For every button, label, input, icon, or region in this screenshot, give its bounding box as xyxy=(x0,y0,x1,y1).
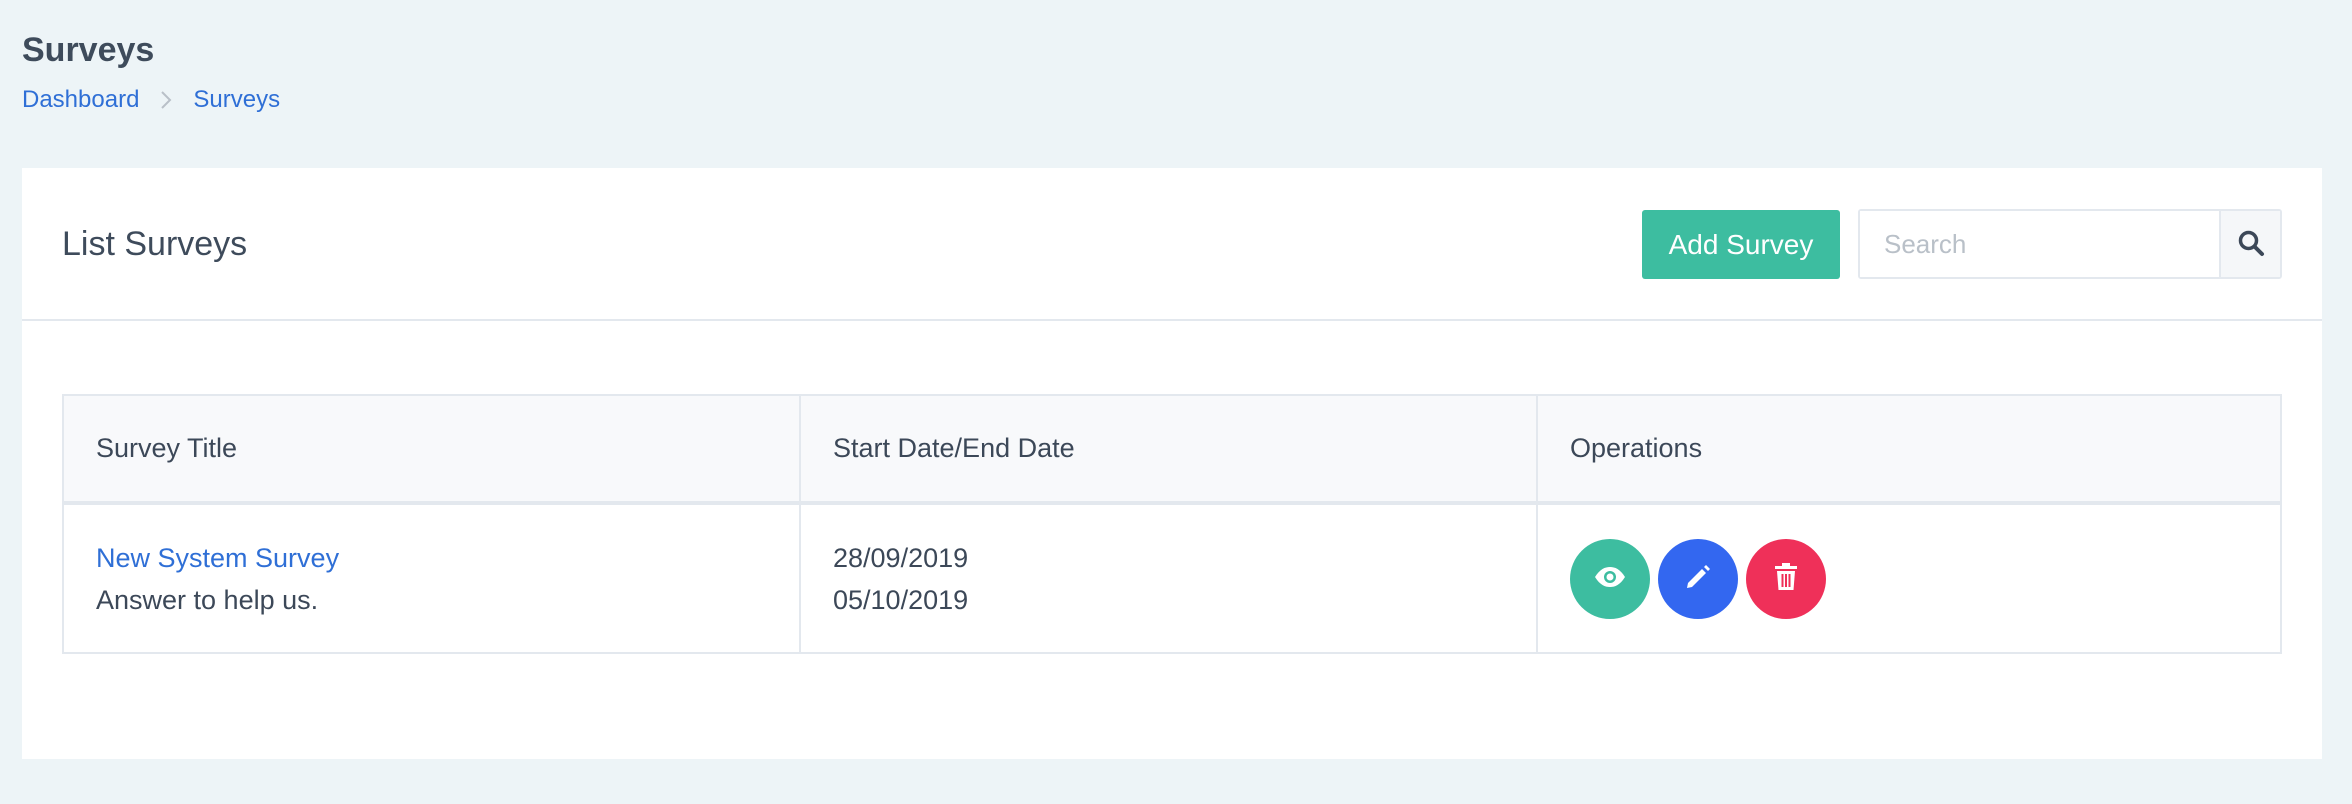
chevron-right-icon xyxy=(139,82,193,118)
card-header: List Surveys Add Survey xyxy=(22,168,2322,321)
column-header-survey-title: Survey Title xyxy=(62,394,801,505)
page-title: Surveys xyxy=(22,31,155,69)
surveys-table: Survey Title Start Date/End Date Operati… xyxy=(62,394,2282,654)
table-header-row: Survey Title Start Date/End Date Operati… xyxy=(62,394,2282,505)
breadcrumb: Dashboard Surveys xyxy=(22,82,280,118)
delete-survey-button[interactable] xyxy=(1746,538,1826,619)
surveys-table-wrap: Survey Title Start Date/End Date Operati… xyxy=(62,394,2282,654)
trash-icon xyxy=(1774,563,1798,594)
view-survey-button[interactable] xyxy=(1570,538,1650,619)
search-icon xyxy=(2237,229,2265,260)
start-date: 28/09/2019 xyxy=(833,542,969,573)
table-row: New System Survey Answer to help us. 28/… xyxy=(62,502,2282,654)
column-header-operations: Operations xyxy=(1536,394,2282,505)
end-date: 05/10/2019 xyxy=(833,584,969,615)
survey-title-link[interactable]: New System Survey xyxy=(96,537,799,579)
pencil-icon xyxy=(1684,563,1712,594)
operations-cell xyxy=(1536,502,2282,654)
card-title: List Surveys xyxy=(62,225,248,263)
edit-survey-button[interactable] xyxy=(1658,538,1738,619)
search-group xyxy=(1858,209,2282,279)
survey-description: Answer to help us. xyxy=(96,584,319,615)
eye-icon xyxy=(1594,566,1626,591)
search-input[interactable] xyxy=(1860,211,2219,277)
breadcrumb-item-dashboard[interactable]: Dashboard xyxy=(22,82,139,118)
survey-title-cell: New System Survey Answer to help us. xyxy=(62,502,801,654)
page-header: Surveys Dashboard Surveys xyxy=(22,28,280,118)
survey-dates-cell: 28/09/2019 05/10/2019 xyxy=(799,502,1538,654)
column-header-dates: Start Date/End Date xyxy=(799,394,1538,505)
search-button[interactable] xyxy=(2219,211,2280,277)
breadcrumb-item-surveys[interactable]: Surveys xyxy=(193,82,280,118)
surveys-card: List Surveys Add Survey Survey Title Sta… xyxy=(22,168,2322,759)
operations-group xyxy=(1570,538,2280,619)
add-survey-button[interactable]: Add Survey xyxy=(1642,210,1840,279)
